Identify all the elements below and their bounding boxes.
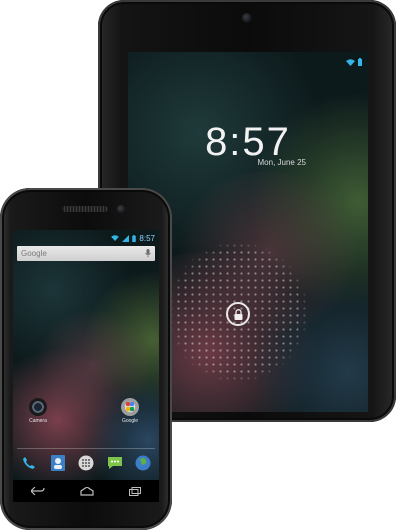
lock-screen-clock: 8:57 bbox=[205, 120, 291, 164]
wifi-icon bbox=[111, 235, 120, 241]
camera-app-icon[interactable] bbox=[29, 398, 47, 416]
messaging-icon[interactable] bbox=[105, 453, 125, 473]
all-apps-icon[interactable] bbox=[76, 453, 96, 473]
signal-icon bbox=[122, 234, 130, 242]
app-dock bbox=[19, 452, 153, 474]
dock-divider bbox=[17, 448, 155, 449]
lock-screen-date: Mon, June 25 bbox=[257, 158, 306, 167]
status-clock: 8:57 bbox=[139, 233, 155, 243]
google-folder-icon[interactable] bbox=[121, 398, 139, 416]
browser-icon[interactable] bbox=[133, 453, 153, 473]
battery-icon bbox=[358, 58, 362, 66]
home-icon[interactable] bbox=[80, 486, 94, 496]
navigation-bar bbox=[13, 480, 159, 502]
camera-app-label: Camera bbox=[29, 418, 47, 424]
recent-apps-icon[interactable] bbox=[129, 486, 142, 496]
wifi-icon bbox=[346, 58, 355, 66]
phone-icon[interactable] bbox=[19, 453, 39, 473]
back-icon[interactable] bbox=[30, 487, 45, 495]
front-camera-icon bbox=[117, 205, 125, 213]
unlock-button[interactable] bbox=[226, 302, 250, 326]
phone-home-screen: 8:57 Google Camera Google bbox=[13, 230, 159, 480]
tablet-status-bar bbox=[346, 56, 362, 68]
lock-icon bbox=[234, 308, 242, 320]
search-label: Google bbox=[21, 249, 47, 258]
contacts-icon[interactable] bbox=[48, 453, 68, 473]
phone-status-bar: 8:57 bbox=[111, 233, 155, 243]
earpiece-speaker bbox=[62, 206, 108, 212]
google-search-bar[interactable]: Google bbox=[17, 246, 155, 261]
phone-device: 8:57 Google Camera Google bbox=[0, 188, 172, 530]
microphone-icon[interactable] bbox=[145, 249, 151, 258]
battery-icon bbox=[132, 234, 137, 242]
front-camera-icon bbox=[242, 13, 252, 23]
google-folder-label: Google bbox=[121, 418, 139, 424]
